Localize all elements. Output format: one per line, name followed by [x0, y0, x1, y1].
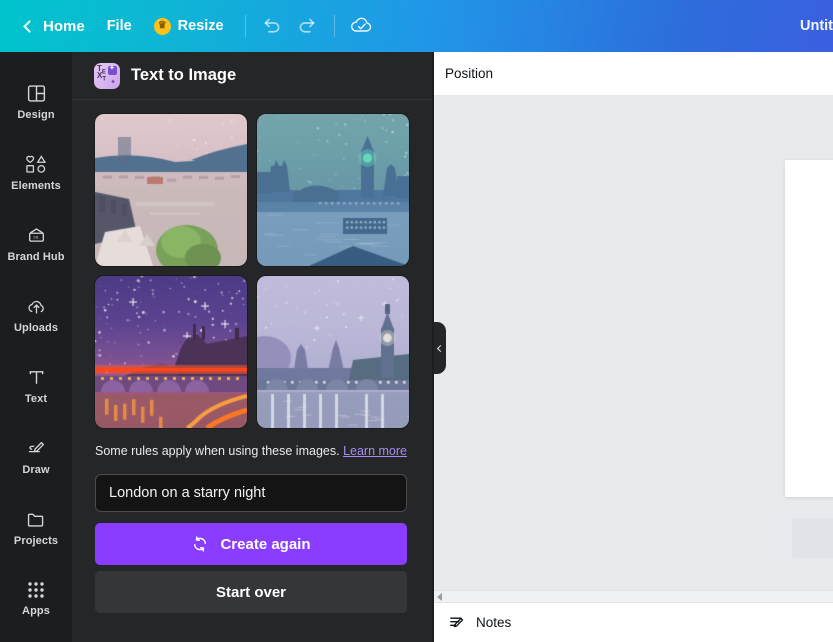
usage-rules-label: Some rules apply when using these images…	[95, 444, 340, 458]
sidebar-item-projects[interactable]: Projects	[0, 492, 72, 563]
document-title-text: Untit	[800, 18, 833, 34]
folder-icon	[25, 509, 47, 530]
sidebar-item-label: Apps	[22, 605, 50, 617]
top-toolbar: Home File ♛ Resize	[0, 0, 833, 52]
sidebar-item-label: Uploads	[14, 322, 58, 334]
panel-header: TE XT ✦ Text to Image	[72, 52, 432, 100]
design-canvas[interactable]	[432, 96, 833, 602]
redo-icon	[296, 16, 317, 37]
text-to-image-panel: TE XT ✦ Text to Image Some rules apply w…	[72, 52, 432, 642]
redo-button[interactable]	[290, 10, 324, 42]
text-to-image-app-icon: TE XT ✦	[94, 63, 120, 89]
home-button[interactable]: Home	[14, 10, 96, 42]
toolbar-divider-1	[245, 15, 246, 37]
toolbar-divider-2	[334, 15, 335, 37]
sidebar-item-uploads[interactable]: Uploads	[0, 279, 72, 350]
undo-button[interactable]	[256, 10, 290, 42]
editor-area: Position Notes	[432, 52, 833, 642]
prompt-field-wrapper: London on a starry night	[95, 474, 409, 512]
chevron-left-icon	[436, 344, 443, 351]
svg-text:co.: co.	[33, 234, 39, 239]
home-label: Home	[43, 18, 85, 35]
cloud-upload-icon	[25, 296, 48, 317]
brand-box-icon: co.	[25, 225, 48, 246]
caret-left-icon	[437, 593, 442, 601]
panel-collapse-handle[interactable]	[432, 322, 446, 374]
result-thumbnail-1[interactable]	[95, 114, 247, 266]
sidebar-item-design[interactable]: Design	[0, 66, 72, 137]
create-again-button[interactable]: Create again	[95, 523, 407, 565]
undo-icon	[262, 16, 283, 37]
text-t-icon	[26, 367, 47, 388]
canvas-page-1[interactable]	[785, 160, 833, 497]
create-again-label: Create again	[220, 536, 310, 553]
cloud-check-icon	[349, 13, 375, 39]
panel-right-edge	[432, 52, 434, 642]
sidebar-item-label: Draw	[22, 464, 49, 476]
document-title[interactable]: Untit	[800, 0, 833, 52]
notes-bar[interactable]: Notes	[432, 602, 833, 642]
chevron-left-icon	[23, 20, 36, 33]
sidebar-item-elements[interactable]: Elements	[0, 137, 72, 208]
crown-icon: ♛	[154, 18, 171, 35]
editor-toolbar: Position	[432, 52, 833, 96]
resize-button[interactable]: ♛ Resize	[143, 10, 235, 42]
sidebar-item-label: Elements	[11, 180, 61, 192]
sidebar-item-label: Design	[17, 109, 54, 121]
canva-editor-window: Home File ♛ Resize	[0, 0, 833, 642]
position-button[interactable]: Position	[445, 66, 493, 81]
shapes-icon	[24, 154, 48, 175]
sidebar-item-label: Text	[25, 393, 47, 405]
sidebar-item-label: Brand Hub	[7, 251, 64, 263]
sidebar-item-brand-hub[interactable]: co. Brand Hub	[0, 208, 72, 279]
resize-label: Resize	[178, 18, 224, 34]
start-over-button[interactable]: Start over	[95, 571, 407, 613]
saved-status-button[interactable]	[345, 10, 379, 42]
prompt-input[interactable]: London on a starry night	[95, 474, 407, 512]
usage-rules-text: Some rules apply when using these images…	[95, 442, 407, 461]
result-thumbnail-3[interactable]	[95, 276, 247, 428]
canvas-page-2[interactable]	[792, 518, 833, 558]
panel-title: Text to Image	[131, 66, 236, 85]
layout-grid-icon	[26, 83, 47, 104]
pen-icon	[25, 438, 48, 459]
top-toolbar-left-group: Home File ♛ Resize	[0, 0, 379, 52]
start-over-label: Start over	[216, 584, 286, 601]
horizontal-scrollbar[interactable]	[432, 590, 833, 602]
sidebar-item-apps[interactable]: Apps	[0, 563, 72, 634]
sidebar-item-text[interactable]: Text	[0, 350, 72, 421]
refresh-loop-icon	[191, 535, 209, 553]
notes-label: Notes	[476, 615, 511, 630]
left-sidebar-rail: Design Elements co. Brand Hub	[0, 52, 72, 642]
sidebar-item-draw[interactable]: Draw	[0, 421, 72, 492]
generated-results-grid	[72, 100, 432, 428]
file-menu-button[interactable]: File	[96, 10, 143, 42]
result-thumbnail-2[interactable]	[257, 114, 409, 266]
sidebar-item-label: Projects	[14, 535, 58, 547]
learn-more-link[interactable]: Learn more	[343, 444, 407, 458]
file-label: File	[107, 18, 132, 34]
grid-dots-icon	[26, 580, 46, 600]
result-thumbnail-4[interactable]	[257, 276, 409, 428]
notes-pencil-icon	[448, 613, 467, 632]
